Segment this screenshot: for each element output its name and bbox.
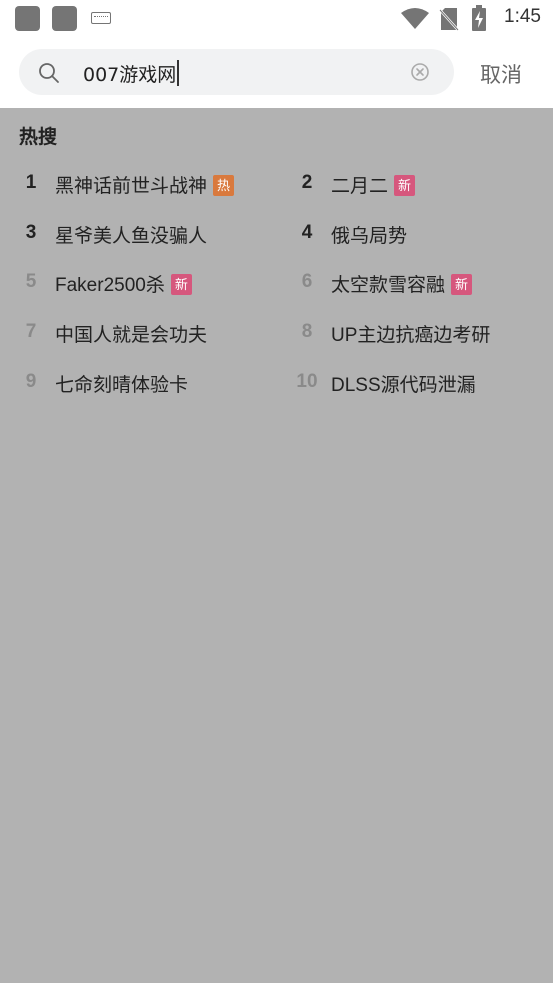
hot-search-label: 太空款雪容融新	[331, 270, 473, 297]
app-icon	[52, 6, 77, 31]
status-bar: 1:45	[0, 0, 553, 38]
hot-search-text: 黑神话前世斗战神	[55, 176, 208, 197]
hot-search-rank: 7	[25, 321, 37, 342]
hot-search-label: Faker2500杀新	[55, 270, 192, 297]
app-icon	[15, 6, 40, 31]
hot-search-label: 黑神话前世斗战神热	[55, 171, 235, 198]
new-badge: 新	[394, 175, 416, 196]
hot-search-rank: 3	[25, 222, 37, 243]
search-input[interactable]: 007游戏网	[19, 49, 454, 95]
hot-search-label: 俄乌局势	[331, 221, 407, 248]
hot-search-label: 二月二新	[331, 171, 416, 198]
hot-search-item[interactable]: 7 中国人就是会功夫	[19, 319, 269, 349]
hot-search-rank: 5	[25, 271, 37, 292]
text-caret	[177, 60, 179, 86]
hot-search-item[interactable]: 9 七命刻晴体验卡	[19, 369, 269, 399]
battery-charging-icon	[472, 5, 486, 31]
hot-search-rank: 10	[296, 371, 318, 392]
hot-search-text: 中国人就是会功夫	[55, 325, 208, 346]
wifi-icon	[401, 8, 429, 29]
hot-badge: 热	[213, 175, 235, 196]
cancel-button[interactable]: 取消	[480, 59, 522, 89]
keyboard-icon	[91, 12, 111, 24]
hot-search-rank: 4	[301, 222, 313, 243]
hot-search-item[interactable]: 1 黑神话前世斗战神热	[19, 170, 269, 200]
search-header: 007游戏网 取消	[0, 38, 553, 108]
hot-search-item[interactable]: 5 Faker2500杀新	[19, 269, 269, 299]
hot-search-rank: 2	[301, 172, 313, 193]
hot-search-text: 七命刻晴体验卡	[55, 375, 189, 396]
hot-search-text: DLSS源代码泄漏	[331, 375, 476, 396]
clear-icon[interactable]	[411, 63, 429, 81]
hot-search-rank: 1	[25, 172, 37, 193]
hot-search-rank: 9	[25, 371, 37, 392]
hot-search-text: 星爷美人鱼没骗人	[55, 226, 208, 247]
hot-search-label: UP主边抗癌边考研	[331, 320, 490, 347]
search-icon	[39, 63, 59, 83]
hot-search-item[interactable]: 4 俄乌局势	[295, 220, 545, 250]
no-sim-icon	[439, 8, 459, 31]
hot-search-label: 星爷美人鱼没骗人	[55, 221, 207, 248]
clock: 1:45	[504, 6, 541, 27]
hot-search-rank: 8	[301, 321, 313, 342]
hot-search-label: DLSS源代码泄漏	[331, 370, 476, 397]
hot-search-item[interactable]: 3 星爷美人鱼没骗人	[19, 220, 269, 250]
new-badge: 新	[451, 274, 473, 295]
hot-search-title: 热搜	[19, 126, 58, 148]
hot-search-text: Faker2500杀	[55, 275, 165, 296]
hot-search-text: UP主边抗癌边考研	[331, 325, 491, 346]
hot-search-text: 二月二	[331, 176, 389, 197]
hot-search-text: 俄乌局势	[331, 226, 408, 247]
new-badge: 新	[170, 274, 192, 295]
hot-search-item[interactable]: 2 二月二新	[295, 170, 545, 200]
search-query[interactable]: 007游戏网	[83, 60, 179, 87]
hot-search-item[interactable]: 8 UP主边抗癌边考研	[295, 319, 545, 349]
hot-search-label: 七命刻晴体验卡	[55, 370, 188, 397]
hot-search-rank: 6	[301, 271, 313, 292]
hot-search-text: 太空款雪容融	[331, 275, 446, 296]
hot-search-item[interactable]: 10 DLSS源代码泄漏	[295, 369, 545, 399]
hot-search-item[interactable]: 6 太空款雪容融新	[295, 269, 545, 299]
hot-search-label: 中国人就是会功夫	[55, 320, 207, 347]
